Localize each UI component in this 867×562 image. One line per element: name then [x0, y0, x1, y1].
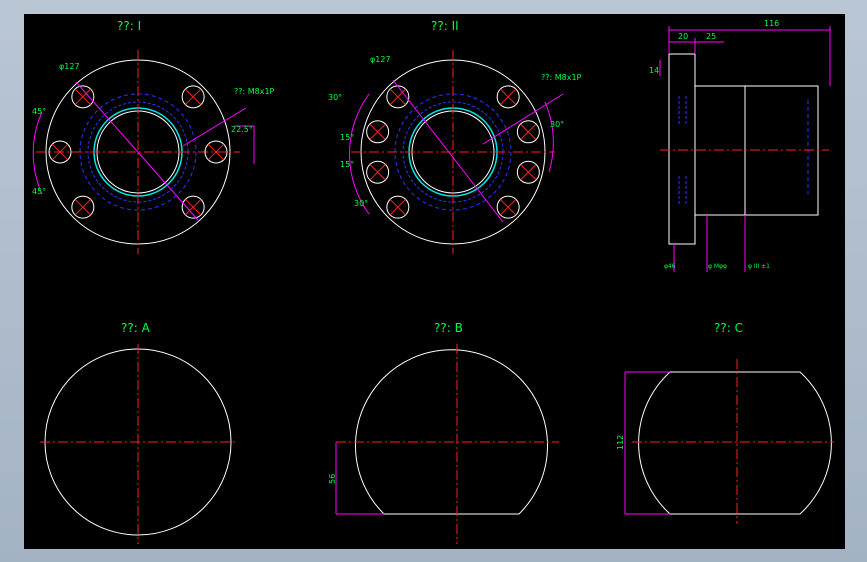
side-dia-a-label: φ46: [664, 263, 676, 270]
viewB-height-label: 56: [328, 474, 337, 484]
side-dia-b-label: φ Mφφ: [708, 263, 727, 270]
view2-angle-4: 30°: [354, 199, 368, 208]
view1-angle-right: 22.5°: [231, 125, 253, 134]
side-dia-c-label: φ III ±1: [748, 263, 770, 270]
side-dim-20-label: 20: [678, 32, 688, 41]
view2-angle-right: 30°: [550, 120, 564, 129]
viewB-title: ??: B: [434, 321, 463, 335]
side-dim-thick-label: 14: [649, 66, 659, 75]
view2-angle-3: 15°: [340, 160, 354, 169]
view1-dia-label: φ127: [59, 62, 80, 71]
viewA-title: ??: A: [121, 321, 151, 335]
cad-drawing-canvas[interactable]: ??: I φ127 ??: M8x1P 45° 45° 22.5° ??: I…: [24, 14, 845, 549]
view2-title: ??: II: [431, 19, 459, 33]
view2-thread-label: ??: M8x1P: [541, 73, 582, 82]
view2-angle-1: 30°: [328, 93, 342, 102]
view1-angle-upper: 45°: [32, 107, 46, 116]
view1-angle-lower: 45°: [32, 187, 46, 196]
viewC-width-label: 112: [616, 435, 625, 450]
side-dim-25-label: 25: [706, 32, 716, 41]
view1-thread-label: ??: M8x1P: [234, 87, 275, 96]
drawing-svg: ??: I φ127 ??: M8x1P 45° 45° 22.5° ??: I…: [24, 14, 845, 549]
view1-title: ??: I: [117, 19, 141, 33]
view2-dia-label: φ127: [370, 55, 391, 64]
viewC-title: ??: C: [714, 321, 743, 335]
view2-angle-2: 15°: [340, 133, 354, 142]
side-dim-total-label: 116: [764, 19, 779, 28]
